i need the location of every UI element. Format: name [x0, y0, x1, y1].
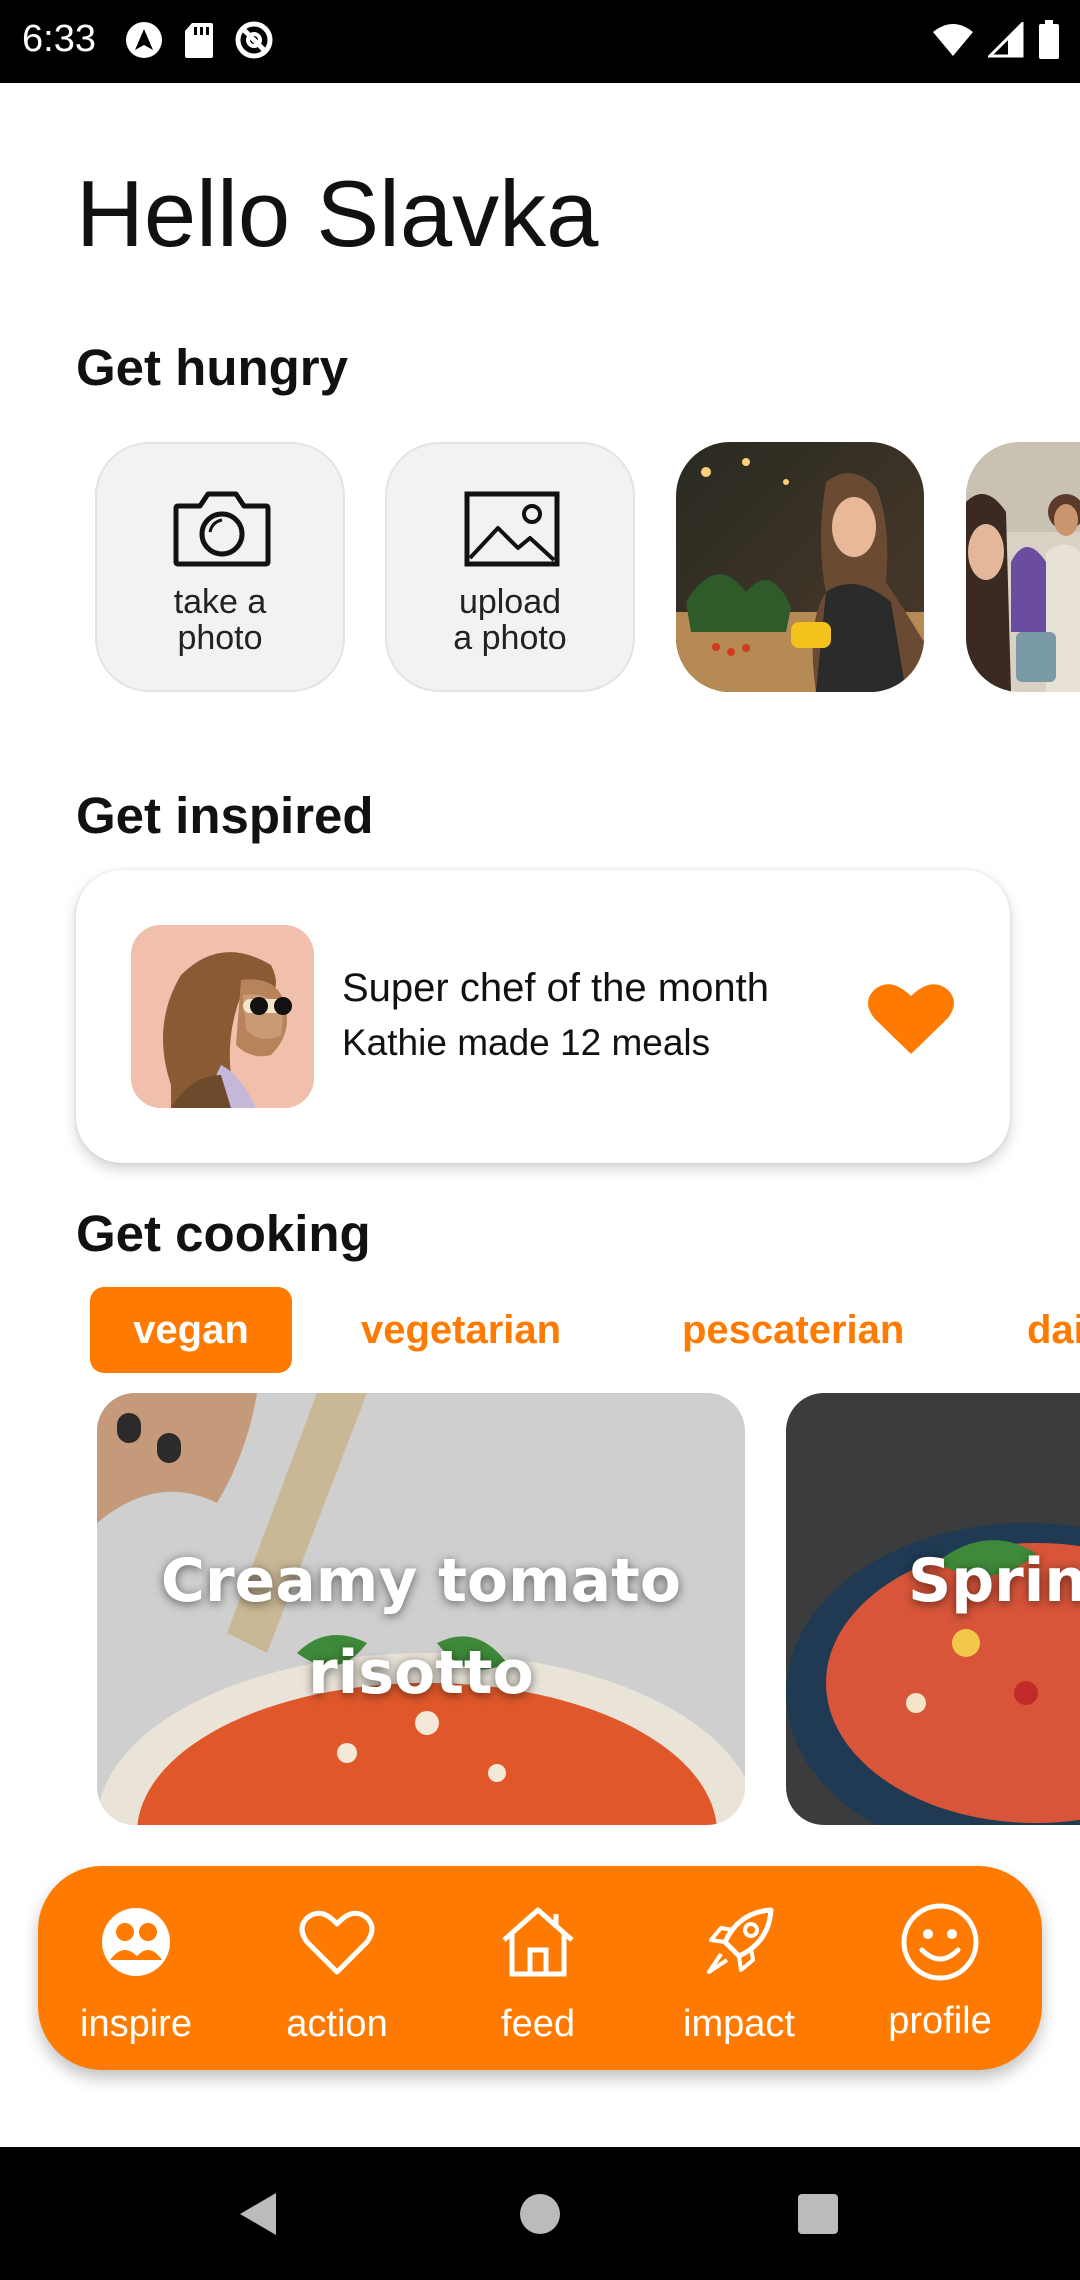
- category-tab-vegan[interactable]: vegan: [90, 1287, 292, 1373]
- recents-icon[interactable]: [797, 2193, 839, 2240]
- nav-label-profile: profile: [888, 2000, 992, 2042]
- rocket-icon: [699, 1902, 779, 1982]
- section-title-get-hungry: Get hungry: [76, 339, 349, 396]
- get-hungry-row: take a photo upload a photo: [0, 442, 1080, 692]
- nav-label-inspire: inspire: [80, 2003, 192, 2045]
- category-tab-dairy[interactable]: dai: [1027, 1287, 1080, 1373]
- back-icon[interactable]: [236, 2191, 280, 2242]
- heart-outline-icon: [297, 1902, 377, 1982]
- chef-card-subtitle: Kathie made 12 meals: [342, 1022, 711, 1063]
- super-chef-card[interactable]: Super chef of the month Kathie made 12 m…: [76, 870, 1010, 1163]
- nav-item-inspire[interactable]: inspire: [46, 1866, 226, 2070]
- status-icons-left: [124, 20, 274, 65]
- nav-label-impact: impact: [683, 2003, 795, 2045]
- image-icon: [462, 486, 562, 570]
- sd-card-icon: [182, 20, 216, 65]
- system-navigation-bar: [0, 2147, 1080, 2280]
- category-tab-vegetarian[interactable]: vegetarian: [361, 1287, 561, 1373]
- home-icon: [498, 1902, 578, 1982]
- cell-signal-icon: [986, 20, 1024, 63]
- nav-label-feed: feed: [501, 2003, 575, 2045]
- battery-icon: [1038, 20, 1060, 65]
- chef-avatar: [131, 925, 314, 1108]
- status-icons-right: [932, 20, 1060, 65]
- status-time: 6:33: [22, 18, 96, 60]
- greeting-title: Hello Slavka: [76, 161, 599, 266]
- hungry-photo-woman-eating[interactable]: [676, 442, 924, 692]
- upload-photo-label: upload a photo: [453, 583, 567, 657]
- smiley-icon: [900, 1902, 980, 1982]
- camera-icon: [172, 486, 272, 570]
- home-circle-icon[interactable]: [518, 2192, 562, 2241]
- nav-item-action[interactable]: action: [247, 1866, 427, 2070]
- hungry-photo-friends[interactable]: [966, 442, 1080, 692]
- recipe-card-spring[interactable]: Spring: [786, 1393, 1080, 1825]
- recipe-title-spring: Spring: [908, 1546, 1080, 1616]
- category-tab-pescaterian[interactable]: pescaterian: [682, 1287, 904, 1373]
- nav-label-action: action: [286, 2003, 388, 2045]
- nav-item-feed[interactable]: feed: [448, 1866, 628, 2070]
- wifi-icon: [932, 22, 974, 63]
- nav-item-impact[interactable]: impact: [649, 1866, 829, 2070]
- section-title-get-cooking: Get cooking: [76, 1205, 371, 1262]
- take-photo-button[interactable]: take a photo: [95, 442, 345, 692]
- vpn-blocked-icon: [234, 20, 274, 65]
- status-bar: 6:33: [0, 0, 1080, 83]
- recipe-title-line2: risotto: [308, 1638, 534, 1708]
- bottom-navigation: inspire action feed impact profile: [38, 1866, 1042, 2070]
- upload-photo-button[interactable]: upload a photo: [385, 442, 635, 692]
- navigation-app-icon: [124, 20, 164, 65]
- category-tabs: vegan vegetarian pescaterian dai: [0, 1287, 1080, 1373]
- chef-card-title: Super chef of the month: [342, 966, 769, 1010]
- heart-icon[interactable]: [868, 980, 954, 1056]
- recipe-card-creamy-tomato-risotto[interactable]: Creamy tomato risotto: [97, 1393, 745, 1825]
- take-photo-label: take a photo: [173, 583, 267, 657]
- recipe-title-line1: Creamy tomato: [160, 1546, 682, 1616]
- nav-item-profile[interactable]: profile: [850, 1866, 1030, 2070]
- section-title-get-inspired: Get inspired: [76, 787, 374, 844]
- people-icon: [96, 1902, 176, 1982]
